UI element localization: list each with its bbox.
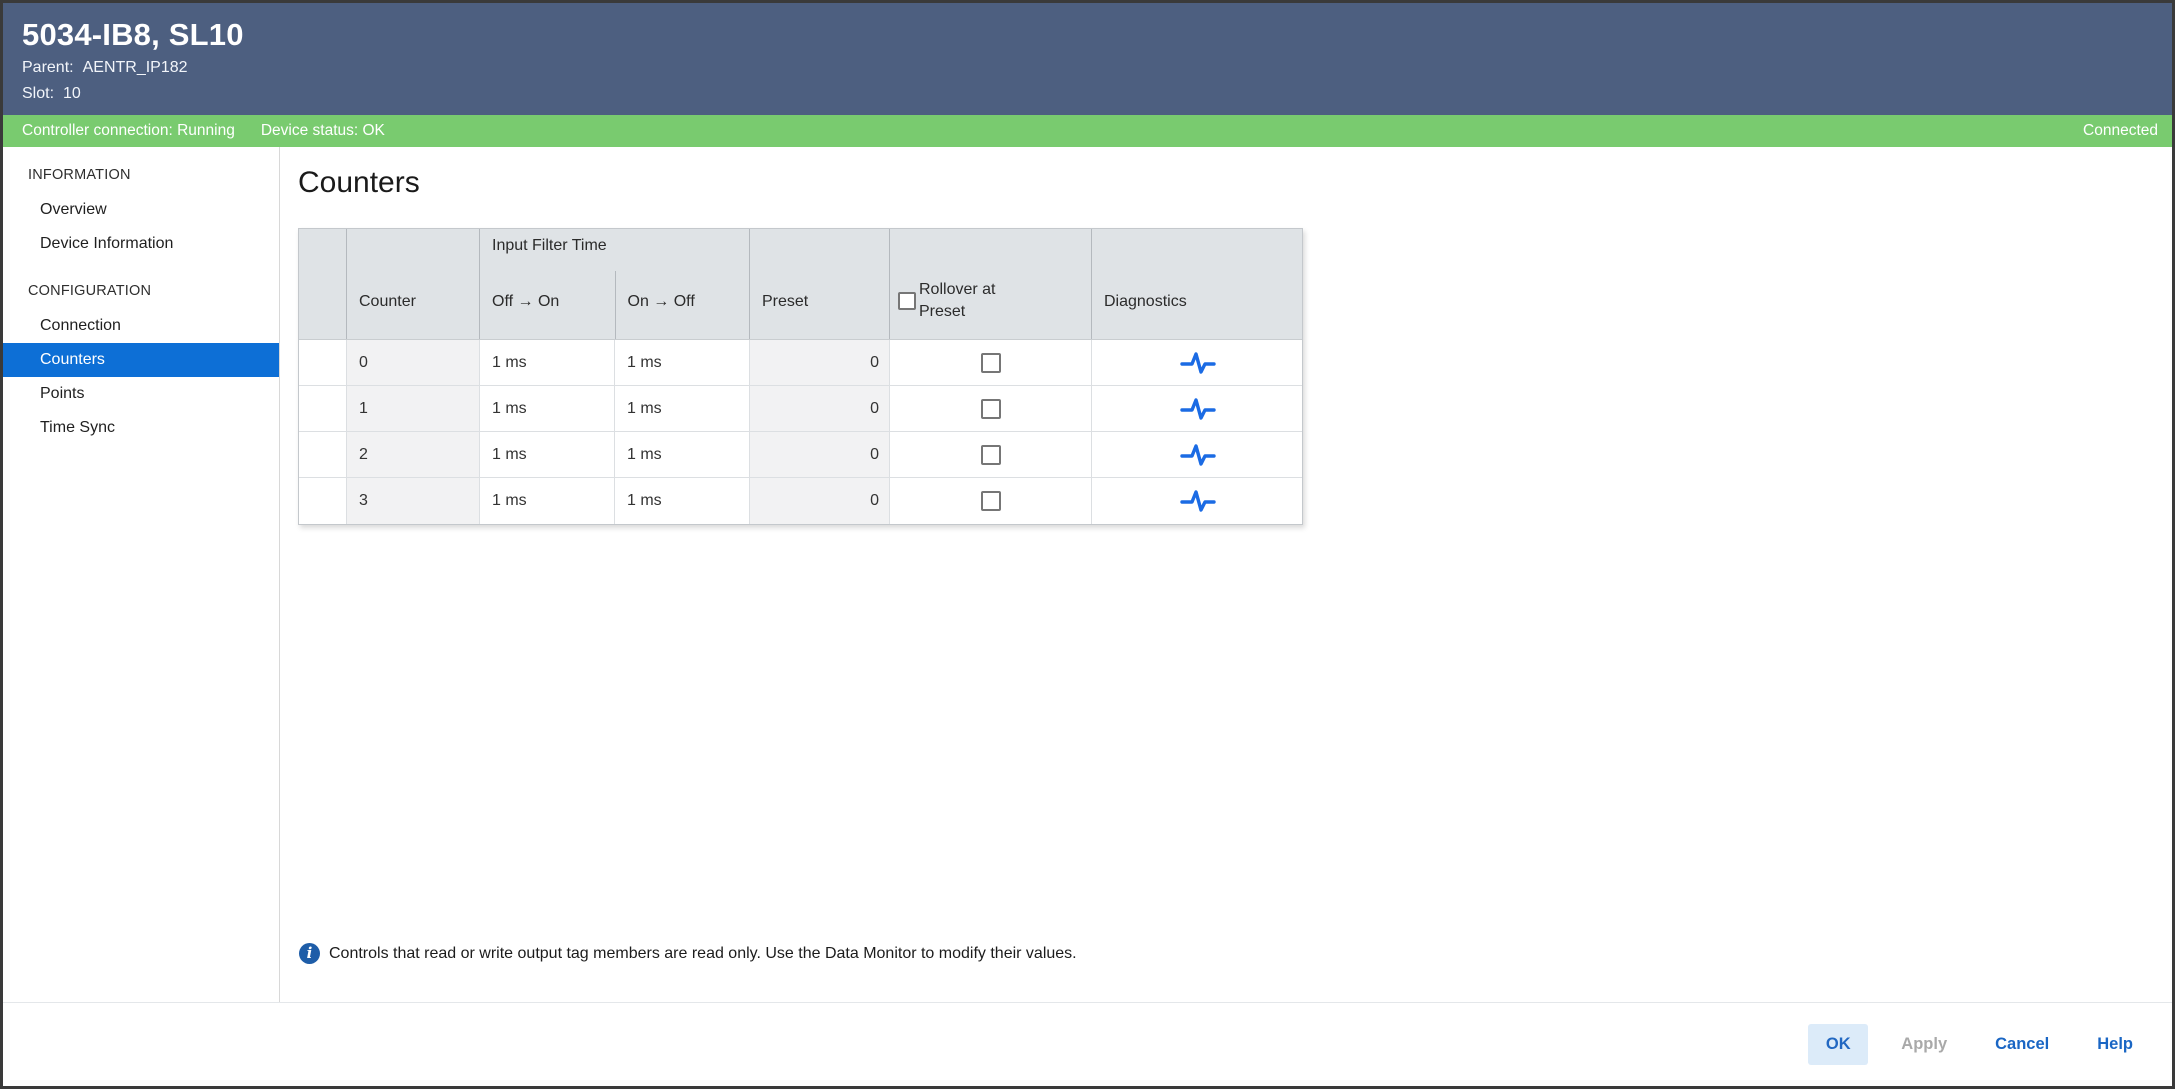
status-left: Controller connection: Running Device st…: [22, 122, 385, 140]
diagnostics-cell: [1091, 432, 1304, 477]
diagnostics-button[interactable]: [1175, 438, 1221, 472]
module-properties-window: 5034-IB8, SL10 Parent: AENTR_IP182 Slot: 1…: [0, 0, 2175, 1089]
counter-cell: 3: [346, 478, 479, 524]
controller-connection-status: Controller connection: Running: [22, 122, 235, 140]
counter-cell: 0: [346, 340, 479, 385]
note-text: Controls that read or write output tag m…: [329, 945, 1077, 963]
apply-button[interactable]: Apply: [1886, 1024, 1962, 1065]
slot-label: Slot:: [22, 85, 54, 102]
diagnostics-column-header: Diagnostics: [1091, 229, 1304, 339]
row-selector-cell[interactable]: [299, 432, 346, 477]
parent-line: Parent: AENTR_IP182: [22, 55, 2152, 81]
sidebar-section-configuration: CONFIGURATION Connection Counters Points…: [3, 273, 279, 445]
ok-button[interactable]: OK: [1808, 1024, 1868, 1065]
sidebar-item-time-sync[interactable]: Time Sync: [3, 411, 279, 445]
row-selector-cell[interactable]: [299, 386, 346, 431]
off-on-filter-cell[interactable]: 1 ms: [479, 478, 614, 524]
info-icon: i: [299, 943, 320, 964]
read-only-note: i Controls that read or write output tag…: [299, 943, 1077, 964]
sidebar-item-connection[interactable]: Connection: [3, 309, 279, 343]
input-filter-time-label: Input Filter Time: [480, 229, 749, 271]
off-on-filter-cell[interactable]: 1 ms: [479, 386, 614, 431]
sidebar-section-information: INFORMATION Overview Device Information: [3, 157, 279, 261]
rollover-all-checkbox[interactable]: [898, 292, 916, 310]
cancel-button[interactable]: Cancel: [1980, 1024, 2064, 1065]
counters-table: Counter Input Filter Time Off → On On → …: [298, 228, 1303, 525]
rollover-cell: [889, 478, 1091, 524]
counter-column-header: Counter: [346, 229, 479, 339]
table-header: Counter Input Filter Time Off → On On → …: [299, 229, 1302, 340]
table-row: 0 1 ms 1 ms 0: [299, 340, 1302, 386]
parent-label: Parent:: [22, 59, 74, 76]
table-row: 2 1 ms 1 ms 0: [299, 432, 1302, 478]
preset-column-header: Preset: [749, 229, 889, 339]
preset-cell: 0: [749, 478, 889, 524]
diagnostics-button[interactable]: [1175, 346, 1221, 380]
diagnostics-button[interactable]: [1175, 484, 1221, 518]
diagnostics-cell: [1091, 386, 1304, 431]
parent-value: AENTR_IP182: [83, 59, 188, 76]
diagnostics-pulse-icon: [1179, 396, 1217, 422]
row-selector-header-cell: [299, 229, 346, 339]
on-off-filter-cell[interactable]: 1 ms: [614, 432, 749, 477]
sidebar-item-device-information[interactable]: Device Information: [3, 227, 279, 261]
table-row: 3 1 ms 1 ms 0: [299, 478, 1302, 524]
body: INFORMATION Overview Device Information …: [3, 147, 2172, 1002]
preset-cell: 0: [749, 386, 889, 431]
section-label-information: INFORMATION: [3, 157, 279, 193]
title-bar: 5034-IB8, SL10 Parent: AENTR_IP182 Slot: 1…: [3, 3, 2172, 115]
rollover-checkbox[interactable]: [981, 491, 1001, 511]
counter-cell: 2: [346, 432, 479, 477]
device-status: Device status: OK: [261, 122, 385, 140]
on-off-filter-cell[interactable]: 1 ms: [614, 340, 749, 385]
table-row: 1 1 ms 1 ms 0: [299, 386, 1302, 432]
input-filter-time-group-header: Input Filter Time Off → On On → Off: [479, 229, 749, 339]
rollover-cell: [889, 340, 1091, 385]
section-label-configuration: CONFIGURATION: [3, 273, 279, 309]
row-selector-cell[interactable]: [299, 340, 346, 385]
preset-cell: 0: [749, 432, 889, 477]
sidebar-item-overview[interactable]: Overview: [3, 193, 279, 227]
help-button[interactable]: Help: [2082, 1024, 2148, 1065]
off-on-filter-cell[interactable]: 1 ms: [479, 340, 614, 385]
page-title: Counters: [298, 163, 2172, 203]
on-off-column-header: On → Off: [615, 271, 750, 339]
diagnostics-cell: [1091, 478, 1304, 524]
slot-value: 10: [63, 85, 81, 102]
on-off-filter-cell[interactable]: 1 ms: [614, 386, 749, 431]
input-filter-time-subcolumns: Off → On On → Off: [480, 271, 749, 339]
rollover-cell: [889, 386, 1091, 431]
connection-state: Connected: [2083, 122, 2158, 140]
rollover-checkbox[interactable]: [981, 353, 1001, 373]
diagnostics-cell: [1091, 340, 1304, 385]
main-content: Counters Counter Input Filter Time Off →…: [280, 147, 2172, 1002]
rollover-checkbox[interactable]: [981, 399, 1001, 419]
diagnostics-pulse-icon: [1179, 488, 1217, 514]
off-on-column-header: Off → On: [480, 271, 615, 339]
rollover-header-label: Rollover at Preset: [919, 279, 1014, 323]
module-title: 5034-IB8, SL10: [22, 15, 2152, 55]
preset-cell: 0: [749, 340, 889, 385]
rollover-checkbox[interactable]: [981, 445, 1001, 465]
rollover-column-header: Rollover at Preset: [889, 229, 1091, 339]
counter-cell: 1: [346, 386, 479, 431]
slot-line: Slot: 10: [22, 81, 2152, 107]
off-on-filter-cell[interactable]: 1 ms: [479, 432, 614, 477]
diagnostics-pulse-icon: [1179, 442, 1217, 468]
footer-button-bar: OK Apply Cancel Help: [3, 1002, 2172, 1086]
sidebar-nav: INFORMATION Overview Device Information …: [3, 147, 280, 1002]
sidebar-item-counters[interactable]: Counters: [3, 343, 279, 377]
status-bar: Controller connection: Running Device st…: [3, 115, 2172, 147]
on-off-filter-cell[interactable]: 1 ms: [614, 478, 749, 524]
diagnostics-pulse-icon: [1179, 350, 1217, 376]
row-selector-cell[interactable]: [299, 478, 346, 524]
diagnostics-button[interactable]: [1175, 392, 1221, 426]
rollover-cell: [889, 432, 1091, 477]
sidebar-item-points[interactable]: Points: [3, 377, 279, 411]
